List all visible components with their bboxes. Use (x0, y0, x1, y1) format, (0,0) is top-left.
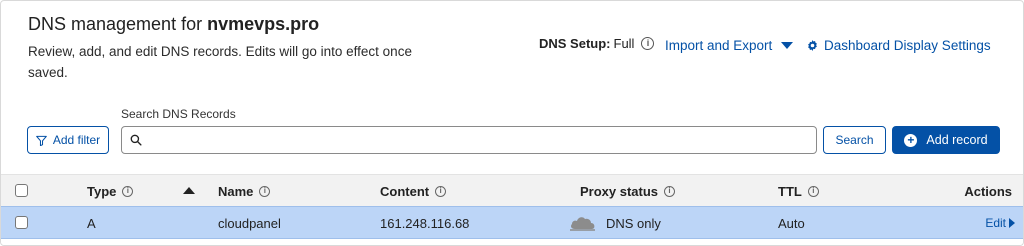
add-record-label: Add record (926, 133, 988, 147)
page-title: DNS management for nvmevps.pro (28, 14, 319, 35)
column-header-ttl[interactable]: TTL i (778, 175, 819, 207)
record-ttl: Auto (778, 215, 805, 231)
table-footer-space (1, 240, 1023, 245)
column-header-content[interactable]: Content i (380, 175, 447, 207)
info-icon[interactable]: i (641, 37, 655, 50)
dashboard-settings-label: Dashboard Display Settings (824, 38, 991, 53)
select-all-checkbox[interactable] (15, 184, 28, 197)
info-icon[interactable]: i (807, 185, 819, 197)
info-icon[interactable]: i (664, 185, 676, 197)
add-record-button[interactable]: + Add record (892, 126, 1000, 154)
caret-down-icon (781, 42, 794, 49)
column-ttl-label: TTL (778, 183, 802, 199)
title-prefix: DNS management for (28, 14, 203, 34)
domain-name: nvmevps.pro (207, 14, 320, 34)
dns-management-panel: DNS management for nvmevps.pro Review, a… (0, 0, 1024, 246)
chevron-right-icon (1009, 218, 1015, 228)
dns-setup-label: DNS Setup: (539, 36, 611, 51)
import-export-label: Import and Export (665, 38, 773, 53)
column-proxy-label: Proxy status (580, 183, 659, 199)
proxy-status-label: DNS only (606, 215, 661, 231)
plus-circle-icon: + (904, 133, 918, 147)
column-header-name[interactable]: Name i (218, 175, 271, 207)
info-icon[interactable]: i (122, 185, 134, 197)
search-label: Search DNS Records (121, 107, 236, 121)
dns-setup-value: Full (613, 36, 635, 51)
gear-icon (808, 40, 817, 51)
add-filter-label: Add filter (52, 133, 101, 147)
table-header: Type i Name i Content i Proxy status i T… (1, 174, 1023, 207)
column-type-label: Type (87, 183, 117, 199)
table-row[interactable]: A cloudpanel 161.248.116.68 DNS only Aut… (1, 206, 1023, 239)
record-type: A (87, 215, 96, 231)
sort-up-icon[interactable] (183, 187, 195, 194)
row-select-checkbox[interactable] (15, 216, 28, 229)
add-filter-button[interactable]: Add filter (27, 126, 109, 154)
edit-record-link[interactable]: Edit (985, 207, 1015, 239)
search-input[interactable] (148, 128, 816, 152)
dashboard-display-settings-link[interactable]: Dashboard Display Settings (807, 38, 991, 53)
record-name: cloudpanel (218, 215, 281, 231)
column-header-type[interactable]: Type i (87, 175, 134, 207)
dns-setup-status: DNS Setup: Full i (539, 36, 655, 51)
info-icon[interactable]: i (259, 185, 271, 197)
record-proxy-status: DNS only (569, 207, 661, 239)
search-field[interactable] (121, 126, 817, 154)
page-description: Review, add, and edit DNS records. Edits… (28, 44, 412, 80)
edit-label: Edit (985, 216, 1006, 230)
cloud-icon (570, 217, 595, 231)
column-header-actions: Actions (964, 175, 1012, 207)
column-content-label: Content (380, 183, 430, 199)
filter-icon (35, 135, 47, 146)
column-actions-label: Actions (964, 183, 1012, 199)
column-name-label: Name (218, 183, 254, 199)
search-icon (130, 134, 142, 146)
search-button[interactable]: Search (823, 126, 886, 154)
record-content: 161.248.116.68 (380, 215, 470, 231)
column-header-proxy-status[interactable]: Proxy status i (580, 175, 676, 207)
info-icon[interactable]: i (435, 185, 447, 197)
import-export-dropdown[interactable]: Import and Export (665, 38, 794, 53)
